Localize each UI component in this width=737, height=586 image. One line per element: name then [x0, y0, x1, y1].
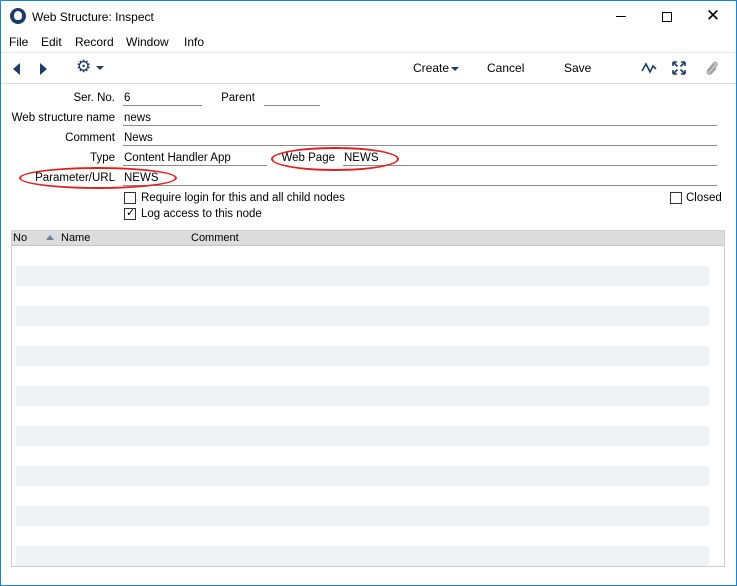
table-row[interactable]	[16, 486, 709, 506]
create-dropdown-icon[interactable]	[451, 67, 459, 71]
create-button[interactable]: Create	[413, 61, 449, 75]
log-access-checkbox[interactable]: ✓	[124, 206, 136, 220]
web-page-highlight	[271, 147, 399, 171]
table-row[interactable]	[16, 266, 709, 286]
require-login-label: Require login for this and all child nod…	[141, 192, 345, 204]
parent-label: Parent	[221, 92, 255, 104]
parent-underline	[264, 105, 320, 106]
cancel-button[interactable]: Cancel	[487, 61, 524, 75]
header-form: Ser. No. 6 Parent Web structure name new…	[1, 85, 736, 230]
grid-header: No Name Comment	[12, 231, 724, 246]
table-row[interactable]	[16, 286, 709, 306]
save-button[interactable]: Save	[564, 61, 591, 75]
column-header-comment[interactable]: Comment	[191, 232, 239, 244]
minimize-button[interactable]	[598, 1, 644, 32]
nodes-grid[interactable]: No Name Comment	[11, 230, 725, 567]
column-header-no[interactable]: No	[13, 232, 27, 244]
paperclip-icon[interactable]	[705, 60, 719, 77]
web-structure-name-label: Web structure name	[11, 112, 115, 124]
ser-no-label: Ser. No.	[73, 92, 115, 104]
table-row[interactable]	[16, 386, 709, 406]
sort-ascending-icon[interactable]	[46, 235, 54, 240]
wave-icon[interactable]	[641, 61, 657, 75]
close-button[interactable]: ✕	[690, 1, 736, 32]
log-access-label: Log access to this node	[141, 208, 262, 220]
minimize-icon	[616, 16, 626, 17]
gear-icon[interactable]: ⚙	[76, 59, 91, 76]
table-row[interactable]	[16, 426, 709, 446]
table-row[interactable]	[16, 366, 709, 386]
maximize-icon	[662, 11, 672, 22]
window-title: Web Structure: Inspect	[32, 10, 154, 24]
web-structure-name-underline	[123, 125, 717, 126]
table-row[interactable]	[16, 346, 709, 366]
closed-checkbox[interactable]	[670, 192, 682, 204]
back-arrow-icon[interactable]	[13, 63, 20, 75]
menu-record[interactable]: Record	[75, 35, 114, 49]
table-row[interactable]	[16, 506, 709, 526]
toolbar: ⚙ Create Cancel Save	[1, 52, 736, 84]
comment-label: Comment	[65, 132, 115, 144]
expand-icon[interactable]	[672, 61, 686, 75]
table-row[interactable]	[16, 446, 709, 466]
chevron-down-icon[interactable]	[96, 66, 104, 70]
parameter-url-highlight	[19, 167, 177, 189]
app-logo-icon	[10, 8, 26, 24]
ser-no-field[interactable]: 6	[124, 92, 130, 104]
maximize-button[interactable]	[644, 1, 690, 32]
table-row[interactable]	[16, 246, 709, 266]
table-row[interactable]	[16, 526, 709, 546]
type-underline	[123, 165, 267, 166]
ser-no-underline	[123, 105, 202, 106]
require-login-checkbox[interactable]	[124, 192, 136, 204]
comment-field[interactable]: News	[124, 132, 153, 144]
comment-underline	[123, 145, 717, 146]
menu-window[interactable]: Window	[126, 35, 169, 49]
web-structure-name-field[interactable]: news	[124, 112, 151, 124]
inspect-window: Web Structure: Inspect ✕ File Edit Recor…	[0, 0, 737, 586]
table-row[interactable]	[16, 306, 709, 326]
checkmark-icon: ✓	[126, 206, 136, 219]
close-icon: ✕	[705, 6, 721, 26]
closed-label: Closed	[686, 192, 722, 204]
type-label: Type	[90, 152, 115, 164]
table-row[interactable]	[16, 406, 709, 426]
menu-edit[interactable]: Edit	[41, 35, 62, 49]
table-row[interactable]	[16, 466, 709, 486]
menu-info[interactable]: Info	[184, 35, 204, 49]
table-row[interactable]	[16, 546, 709, 566]
web-page-underline	[343, 165, 717, 166]
menu-bar: File Edit Record Window Info	[1, 32, 736, 52]
parameter-url-underline	[123, 185, 717, 186]
menu-file[interactable]: File	[9, 35, 28, 49]
title-bar: Web Structure: Inspect ✕	[1, 1, 736, 32]
table-row[interactable]	[16, 326, 709, 346]
forward-arrow-icon[interactable]	[40, 63, 47, 75]
type-field[interactable]: Content Handler App	[124, 152, 231, 164]
column-header-name[interactable]: Name	[61, 232, 90, 244]
